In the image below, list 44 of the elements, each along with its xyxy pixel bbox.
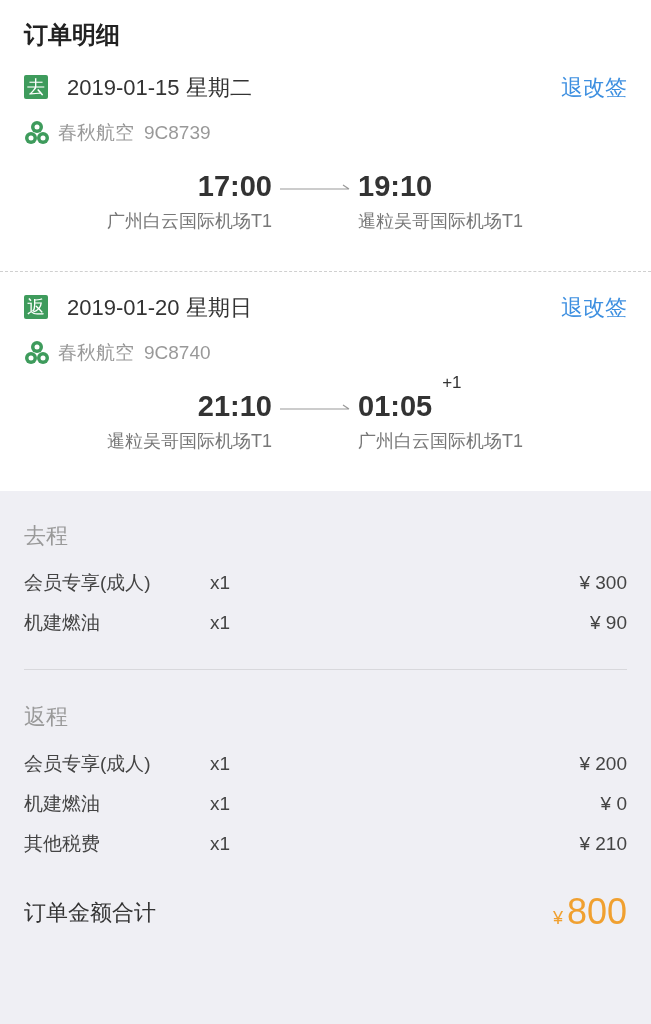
fee-name: 机建燃油 bbox=[24, 610, 101, 635]
fee-quantity: x1 bbox=[210, 791, 231, 816]
airline-name: 春秋航空 bbox=[58, 340, 134, 365]
airline-name: 春秋航空 bbox=[58, 120, 134, 145]
airline-logo-icon bbox=[24, 340, 50, 366]
departure-time: 17:00 bbox=[197, 169, 272, 204]
fee-amount: ¥ 90 bbox=[590, 610, 627, 635]
fee-amount: ¥ 0 bbox=[600, 791, 627, 816]
fee-quantity: x1 bbox=[210, 751, 231, 776]
page-title: 订单明细 bbox=[24, 20, 121, 50]
total-amount: 800 bbox=[566, 892, 627, 932]
departure-time: 21:10 bbox=[197, 389, 272, 424]
change-refund-link[interactable]: 退改签 bbox=[561, 70, 627, 104]
flight-number: 9C8739 bbox=[144, 120, 211, 145]
fee-quantity: x1 bbox=[210, 570, 231, 595]
change-refund-link[interactable]: 退改签 bbox=[561, 290, 627, 324]
fee-name: 机建燃油 bbox=[24, 791, 101, 816]
fee-name: 其他税费 bbox=[24, 831, 101, 856]
fee-quantity: x1 bbox=[210, 610, 231, 635]
departure-airport: 广州白云国际机场T1 bbox=[107, 210, 272, 233]
price-group-title: 返程 bbox=[24, 703, 69, 731]
departure-airport: 暹粒吴哥国际机场T1 bbox=[107, 430, 272, 453]
arrival-airport: 暹粒吴哥国际机场T1 bbox=[358, 210, 523, 233]
flight-number: 9C8740 bbox=[144, 340, 211, 365]
currency-symbol: ¥ bbox=[552, 907, 563, 930]
arrival-time: 19:10 bbox=[358, 169, 433, 204]
arrow-icon bbox=[280, 404, 350, 412]
fee-amount: ¥ 300 bbox=[579, 570, 627, 595]
airline-logo-icon bbox=[24, 120, 50, 146]
flight-date: 2019-01-20 星期日 bbox=[67, 293, 252, 322]
fee-amount: ¥ 200 bbox=[579, 751, 627, 776]
arrow-icon bbox=[280, 184, 350, 192]
next-day-mark: +1 bbox=[442, 372, 462, 394]
fee-quantity: x1 bbox=[210, 831, 231, 856]
arrival-airport: 广州白云国际机场T1 bbox=[358, 430, 523, 453]
arrival-time: 01:05 bbox=[358, 389, 433, 424]
trip-direction-badge: 返 bbox=[24, 295, 48, 319]
fee-amount: ¥ 210 bbox=[579, 831, 627, 856]
fee-name: 会员专享(成人) bbox=[24, 751, 152, 776]
total-label: 订单金额合计 bbox=[24, 898, 156, 927]
fee-name: 会员专享(成人) bbox=[24, 570, 152, 595]
price-group-title: 去程 bbox=[24, 522, 69, 550]
flight-date: 2019-01-15 星期二 bbox=[67, 73, 252, 102]
trip-direction-badge: 去 bbox=[24, 75, 48, 99]
